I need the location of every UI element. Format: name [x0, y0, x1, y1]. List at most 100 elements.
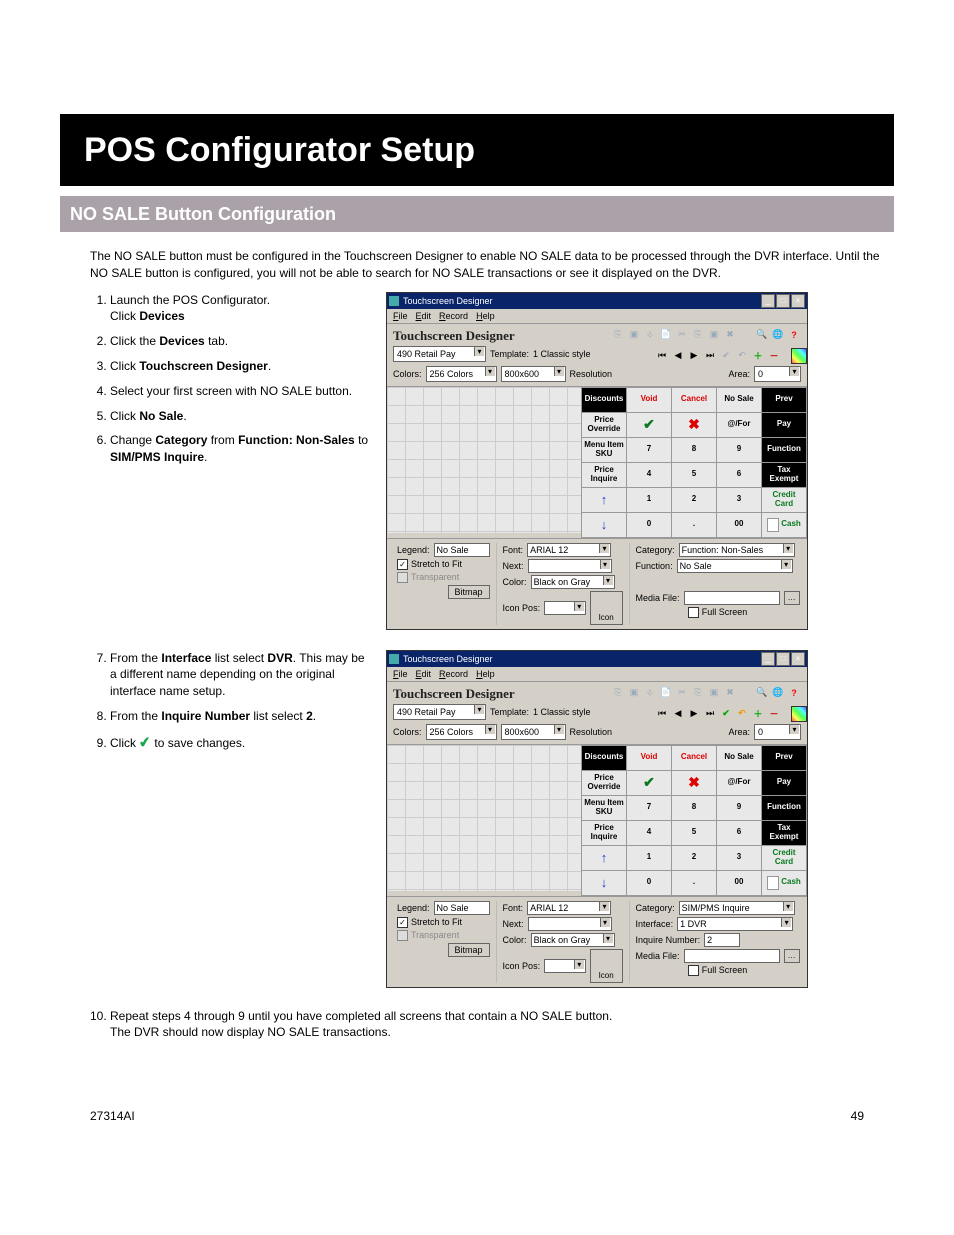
- stretch-checkbox[interactable]: ✓: [397, 559, 408, 570]
- pos-button[interactable]: Discounts: [582, 388, 626, 412]
- menu-item[interactable]: Help: [476, 311, 495, 321]
- pos-button[interactable]: 4: [627, 463, 671, 487]
- pos-button[interactable]: Void: [627, 746, 671, 770]
- pos-button[interactable]: 00: [717, 513, 761, 537]
- pos-button[interactable]: .: [672, 871, 716, 895]
- toolbar-icon[interactable]: ✖: [723, 328, 737, 342]
- delete-icon[interactable]: －: [767, 707, 781, 721]
- category-select[interactable]: Function: Non-Sales: [679, 543, 795, 557]
- pos-button[interactable]: Prev: [762, 388, 806, 412]
- pos-button[interactable]: Price Override: [582, 771, 626, 795]
- toolbar-icon[interactable]: ?: [787, 686, 801, 700]
- font-select[interactable]: ARIAL 12: [527, 543, 611, 557]
- pos-button[interactable]: Prev: [762, 746, 806, 770]
- pos-button[interactable]: 6: [717, 463, 761, 487]
- nav-icon[interactable]: ◀: [671, 707, 685, 721]
- pos-button[interactable]: ↑: [582, 488, 626, 512]
- pos-button[interactable]: @/For: [717, 413, 761, 437]
- pos-button[interactable]: @/For: [717, 771, 761, 795]
- toolbar-icon[interactable]: ?: [787, 328, 801, 342]
- stretch-checkbox[interactable]: ✓: [397, 917, 408, 928]
- nav-icon[interactable]: ⏭: [703, 707, 717, 721]
- pos-button[interactable]: 0: [627, 513, 671, 537]
- function-select[interactable]: No Sale: [677, 559, 793, 573]
- iconpos-select[interactable]: [544, 959, 586, 973]
- record-select[interactable]: 490 Retail Pay: [393, 346, 486, 362]
- nav-icon[interactable]: ▶: [687, 707, 701, 721]
- pos-button[interactable]: 7: [627, 438, 671, 462]
- close-button[interactable]: ×: [791, 294, 805, 308]
- iconpos-select[interactable]: [544, 601, 586, 615]
- undo-icon[interactable]: ↶: [735, 707, 749, 721]
- colors-select[interactable]: 256 Colors: [426, 366, 497, 382]
- inquire-input[interactable]: 2: [704, 933, 740, 947]
- maximize-button[interactable]: □: [776, 652, 790, 666]
- pos-button[interactable]: 3: [717, 846, 761, 870]
- pos-button[interactable]: Pay: [762, 771, 806, 795]
- pos-button[interactable]: 8: [672, 796, 716, 820]
- colors-select[interactable]: 256 Colors: [426, 724, 497, 740]
- minimize-button[interactable]: _: [761, 294, 775, 308]
- record-select[interactable]: 490 Retail Pay: [393, 704, 486, 720]
- menu-item[interactable]: File: [393, 669, 408, 679]
- media-browse-button[interactable]: …: [784, 949, 800, 963]
- toolbar-icon[interactable]: 📄: [659, 686, 673, 700]
- toolbar-icon[interactable]: 🌐: [771, 686, 785, 700]
- pos-button[interactable]: No Sale: [717, 388, 761, 412]
- pos-button[interactable]: Price Inquire: [582, 463, 626, 487]
- pos-button[interactable]: 5: [672, 463, 716, 487]
- pos-button[interactable]: Function: [762, 438, 806, 462]
- pos-button[interactable]: ✔: [627, 413, 671, 437]
- media-input[interactable]: [684, 591, 780, 605]
- palette-icon[interactable]: [791, 706, 807, 722]
- toolbar-icon[interactable]: ✔: [719, 349, 733, 363]
- interface-select[interactable]: 1 DVR: [677, 917, 793, 931]
- close-button[interactable]: ×: [791, 652, 805, 666]
- area-select[interactable]: 0: [754, 366, 801, 382]
- bitmap-button[interactable]: Bitmap: [448, 943, 490, 957]
- palette-icon[interactable]: [791, 348, 807, 364]
- pos-button[interactable]: ✔: [627, 771, 671, 795]
- toolbar-icon[interactable]: [739, 686, 753, 700]
- pos-button[interactable]: 0: [627, 871, 671, 895]
- media-browse-button[interactable]: …: [784, 591, 800, 605]
- toolbar-icon[interactable]: ✖: [723, 686, 737, 700]
- designer-canvas[interactable]: [387, 387, 581, 533]
- pos-button[interactable]: Discounts: [582, 746, 626, 770]
- nav-icon[interactable]: ⏮: [655, 707, 669, 721]
- maximize-button[interactable]: □: [776, 294, 790, 308]
- toolbar-icon[interactable]: ▣: [627, 686, 641, 700]
- pos-button[interactable]: 1: [627, 488, 671, 512]
- fullscreen-checkbox[interactable]: [688, 607, 699, 618]
- toolbar-icon[interactable]: ⎘: [611, 686, 625, 700]
- pos-button[interactable]: Price Override: [582, 413, 626, 437]
- menu-item[interactable]: Record: [439, 669, 468, 679]
- pos-button[interactable]: ↓: [582, 513, 626, 537]
- toolbar-icon[interactable]: [739, 328, 753, 342]
- delete-icon[interactable]: －: [767, 349, 781, 363]
- pos-button[interactable]: Tax Exempt: [762, 463, 806, 487]
- color-select[interactable]: Black on Gray: [531, 933, 615, 947]
- toolbar-icon[interactable]: ✂: [675, 328, 689, 342]
- toolbar-icon[interactable]: 📄: [659, 328, 673, 342]
- pos-button[interactable]: 7: [627, 796, 671, 820]
- pos-button[interactable]: Menu Item SKU: [582, 796, 626, 820]
- menu-item[interactable]: Help: [476, 669, 495, 679]
- pos-button[interactable]: Pay: [762, 413, 806, 437]
- menu-item[interactable]: Edit: [416, 311, 432, 321]
- pos-button[interactable]: ↑: [582, 846, 626, 870]
- fullscreen-checkbox[interactable]: [688, 965, 699, 976]
- pos-button[interactable]: Cancel: [672, 388, 716, 412]
- legend-input[interactable]: No Sale: [434, 543, 490, 557]
- legend-input[interactable]: No Sale: [434, 901, 490, 915]
- pos-button[interactable]: 2: [672, 846, 716, 870]
- pos-button[interactable]: 9: [717, 796, 761, 820]
- area-select[interactable]: 0: [754, 724, 801, 740]
- pos-button[interactable]: Price Inquire: [582, 821, 626, 845]
- save-icon[interactable]: ✔: [719, 707, 733, 721]
- designer-canvas[interactable]: [387, 745, 581, 891]
- toolbar-icon[interactable]: ⎀: [643, 686, 657, 700]
- toolbar-icon[interactable]: ⎀: [643, 328, 657, 342]
- pos-button[interactable]: 6: [717, 821, 761, 845]
- pos-button[interactable]: 3: [717, 488, 761, 512]
